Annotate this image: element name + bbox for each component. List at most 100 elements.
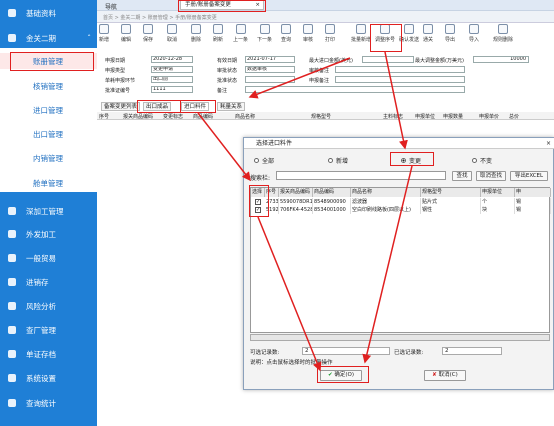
toolbar-button[interactable]: 规则删除 — [493, 24, 513, 50]
toolbar-button[interactable]: 删除 — [191, 24, 201, 50]
cancel-find-button[interactable]: 取消查找 — [476, 171, 506, 181]
table-column-header[interactable]: 规格型号 — [421, 188, 481, 197]
grid-column-header[interactable]: 申报数量 — [443, 113, 463, 120]
grid-column-header[interactable]: 商品名称 — [235, 113, 255, 120]
sidebar-sub-verify[interactable]: 核销管理 — [0, 78, 97, 94]
toolbar-label: 删除 — [191, 37, 202, 43]
review-status-field[interactable]: 数据审核 — [245, 66, 295, 73]
sidebar-item-jinguan[interactable]: 金关二期 ˆ — [0, 30, 97, 46]
grid-column-header[interactable]: 总价 — [509, 113, 519, 120]
breadcrumb: 首页 > 金关二期 > 账册管理 > 手册/账册备案变更 — [97, 11, 554, 23]
table-row[interactable]: ✓ 2733 5590078DR1F 8548900090 滤波器 贴片式个锡 — [251, 198, 551, 206]
table-column-header[interactable]: 序号 — [265, 188, 279, 197]
export-excel-button[interactable]: 导出EXCEL — [510, 171, 548, 181]
sidebar-item-archive[interactable]: 单证存档 — [0, 346, 97, 362]
toolbar-button[interactable]: 审核 — [303, 24, 313, 50]
toolbar-button[interactable]: 打印 — [325, 24, 335, 50]
find-button[interactable]: 查找 — [452, 171, 472, 181]
toolbar-icon — [423, 24, 433, 34]
tab-ledger-change[interactable]: 手册/账册备案变更 × — [180, 0, 264, 10]
grid-column-header[interactable]: 序号 — [99, 113, 109, 120]
toolbar-button[interactable]: 查询 — [281, 24, 291, 50]
row-checkbox[interactable]: ✓ — [255, 207, 261, 213]
select-materials-dialog: 选择进口料件 × 全部 新增 变更 不变 搜索栏: 查找 取消查找 导出EXCEL… — [243, 137, 554, 390]
sidebar-item-outsource[interactable]: 外发加工 — [0, 226, 97, 242]
search-input[interactable] — [276, 171, 446, 180]
sidebar-sub-manifest[interactable]: 舱单管理 — [0, 175, 97, 191]
tab-export-products[interactable]: 出口成品 — [143, 102, 172, 111]
batch-status-label: 批准状态 — [217, 78, 238, 84]
grid-column-header[interactable]: 规格型号 — [311, 113, 331, 120]
table-cell: 2733 — [266, 198, 279, 206]
toolbar-button[interactable]: 编辑 — [121, 24, 131, 50]
sidebar-item-label: 基础资料 — [26, 8, 56, 18]
grid-column-header[interactable]: 申报单价 — [479, 113, 499, 120]
toolbar-icon — [191, 24, 201, 34]
table-column-header[interactable]: 申 — [515, 188, 551, 197]
table-column-header[interactable]: 商品名称 — [351, 188, 421, 197]
sidebar-item-deep[interactable]: 深加工管理 — [0, 203, 97, 219]
max-adjust-field[interactable]: 10000 — [473, 56, 529, 63]
close-icon[interactable]: × — [546, 138, 551, 149]
tab-import-materials[interactable]: 进口料件 — [181, 102, 210, 111]
sidebar-item-stats[interactable]: 查询统计 — [0, 395, 97, 411]
toolbar-button[interactable]: 调整序号 — [375, 24, 395, 50]
sidebar-sub-domestic[interactable]: 内销管理 — [0, 150, 97, 166]
selected-count: 2 — [442, 347, 502, 355]
table-column-header[interactable]: 商品编码 — [313, 188, 351, 197]
toolbar-button[interactable]: 批量新增 — [351, 24, 371, 50]
toolbar-button[interactable]: 确认发送 — [399, 24, 419, 50]
toolbar-button[interactable]: 通关 — [423, 24, 433, 50]
tab-change-list[interactable]: 备案变更列表 — [101, 102, 141, 111]
table-column-header[interactable]: 选择 — [251, 188, 265, 197]
radio-unchanged[interactable]: 不变 — [472, 156, 492, 165]
tab-consumption[interactable]: 耗量关系 — [217, 102, 246, 111]
radio-new[interactable]: 新增 — [328, 156, 348, 165]
max-import-field[interactable] — [362, 56, 414, 63]
document-icon — [8, 350, 16, 358]
toolbar-button[interactable]: 下一条 — [257, 24, 272, 50]
sidebar-item-audit[interactable]: 查厂管理 — [0, 322, 97, 338]
review-note-field[interactable] — [335, 66, 465, 73]
radio-changed[interactable]: 变更 — [401, 156, 421, 165]
horizontal-scrollbar[interactable] — [250, 334, 550, 341]
close-icon[interactable]: × — [255, 1, 260, 9]
cancel-button[interactable]: ✘ 取消(C) — [424, 370, 466, 381]
toolbar-button[interactable]: 导入 — [469, 24, 479, 50]
toolbar-button[interactable]: 导出 — [445, 24, 455, 50]
grid-column-header[interactable]: 主料标志 — [383, 113, 403, 120]
toolbar-icon — [121, 24, 131, 34]
table-row[interactable]: ✓ 5192706FK4-4528-C8534001000空白印刷线路板(四层以上… — [251, 206, 551, 214]
sidebar-sub-export[interactable]: 出口管理 — [0, 126, 97, 142]
grid-column-header[interactable]: 商品编码 — [193, 113, 213, 120]
toolbar-button[interactable]: 新增 — [99, 24, 109, 50]
grid-column-header[interactable]: 报关商品编码 — [123, 113, 153, 120]
apply-type-field[interactable]: 变更申请 — [151, 66, 193, 73]
table-column-header[interactable]: 申报单位 — [481, 188, 515, 197]
sidebar-sub-import[interactable]: 进口管理 — [0, 102, 97, 118]
sidebar-item-risk[interactable]: 风险分析 — [0, 298, 97, 314]
valid-date-field[interactable]: 2021-07-17 — [245, 56, 295, 63]
grid-column-header[interactable]: 变更标志 — [163, 113, 183, 120]
sidebar-item-general[interactable]: 一般贸易 — [0, 250, 97, 266]
ok-button[interactable]: ✔ 确定(O) — [320, 370, 362, 381]
toolbar-button[interactable]: 取消 — [167, 24, 177, 50]
toolbar-button[interactable]: 上一条 — [233, 24, 248, 50]
apply-note-field[interactable] — [335, 76, 465, 83]
unit-field[interactable]: 出口前 — [151, 76, 193, 83]
row-checkbox[interactable]: ✓ — [255, 199, 261, 205]
sidebar-item-inventory[interactable]: 进销存 — [0, 274, 97, 290]
radio-all[interactable]: 全部 — [254, 156, 274, 165]
remark-field[interactable] — [245, 86, 465, 93]
sidebar-item-basic[interactable]: 基础资料 — [0, 5, 97, 21]
table-column-header[interactable]: 报关商品编码 — [279, 188, 313, 197]
toolbar-button[interactable]: 刷新 — [213, 24, 223, 50]
batch-status-field[interactable] — [245, 76, 295, 83]
apply-date-field[interactable]: 2020-12-28 — [151, 56, 193, 63]
grid-column-header[interactable]: 申报单位 — [415, 113, 435, 120]
toolbar-button[interactable]: 保存 — [143, 24, 153, 50]
table-cell: 8534001000 — [313, 206, 351, 214]
sidebar-sub-ledger[interactable]: 账册管理 — [0, 53, 97, 69]
sidebar-item-settings[interactable]: 系统设置 — [0, 370, 97, 386]
approve-no-field[interactable]: 1111 — [151, 86, 193, 93]
